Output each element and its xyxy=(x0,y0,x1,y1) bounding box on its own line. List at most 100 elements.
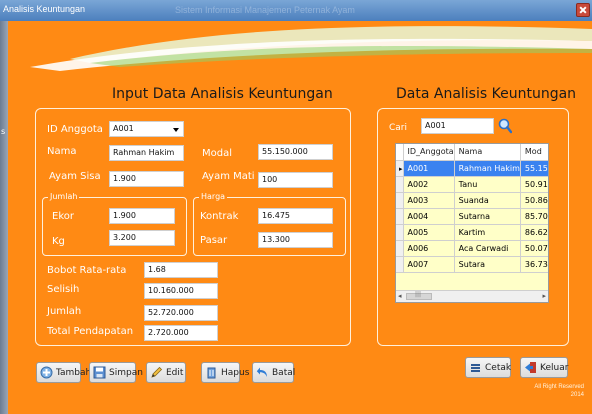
id-anggota-label: ID Anggota xyxy=(47,124,103,135)
table-row[interactable]: A002 Tanu 50.91 xyxy=(396,176,548,193)
chevron-down-icon xyxy=(173,128,179,132)
ayam-sisa-field[interactable]: 1.900 xyxy=(109,171,184,187)
data-grid-table: ID_Anggota Nama Mod A001 Rahman Hakim 55… xyxy=(396,144,548,273)
table-cell: Sutara xyxy=(454,256,521,273)
ayam-mati-label: Ayam Mati xyxy=(202,171,255,182)
window-title: Analisis Keuntungan xyxy=(3,4,86,14)
cari-label: Cari xyxy=(389,123,407,133)
row-selector[interactable] xyxy=(396,208,404,225)
data-grid[interactable]: ID_Anggota Nama Mod A001 Rahman Hakim 55… xyxy=(395,143,549,303)
selisih-label: Selisih xyxy=(47,284,80,295)
scroll-left-arrow[interactable]: ◂ xyxy=(398,292,402,300)
ekor-label: Ekor xyxy=(52,211,74,222)
cetak-button[interactable]: Cetak xyxy=(465,357,511,378)
kontrak-field[interactable]: 16.475 xyxy=(258,208,333,224)
tambah-label: Tambah xyxy=(56,367,92,378)
table-cell: 86.62 xyxy=(520,224,548,241)
column-header[interactable]: Nama xyxy=(454,144,521,161)
table-row[interactable]: A007 Sutara 36.73 xyxy=(396,256,548,273)
keluar-button[interactable]: Keluar xyxy=(520,357,568,378)
table-cell: 50.91 xyxy=(520,176,548,193)
table-cell: Aca Carwadi xyxy=(454,240,521,257)
total-pendapatan-field[interactable]: 2.720.000 xyxy=(144,325,218,341)
row-selector[interactable] xyxy=(396,240,404,257)
kg-label: Kg xyxy=(52,236,65,247)
batal-button[interactable]: Batal xyxy=(252,362,296,383)
table-row[interactable]: A005 Kartim 86.62 xyxy=(396,224,548,241)
search-input[interactable]: A001 xyxy=(421,118,494,134)
harga-group-label: Harga xyxy=(199,192,228,201)
table-row[interactable]: A003 Suanda 50.86 xyxy=(396,192,548,209)
nama-field[interactable]: Rahman Hakim xyxy=(109,145,184,161)
scroll-right-arrow[interactable]: ▸ xyxy=(542,292,546,300)
table-cell: A003 xyxy=(403,192,455,209)
row-selector[interactable] xyxy=(396,192,404,209)
undo-icon xyxy=(256,367,267,377)
table-cell: 36.73 xyxy=(520,256,548,273)
exit-icon xyxy=(525,362,536,373)
table-cell: 50.07 xyxy=(520,240,548,257)
selisih-field[interactable]: 10.160.000 xyxy=(144,283,218,299)
print-icon xyxy=(471,364,480,372)
hapus-label: Hapus xyxy=(221,367,250,378)
horizontal-scrollbar[interactable]: ◂ ▸ xyxy=(396,290,548,302)
simpan-button[interactable]: Simpan xyxy=(89,362,143,383)
jumlah-field[interactable]: 52.720.000 xyxy=(144,305,218,321)
table-cell: Rahman Hakim xyxy=(454,160,521,177)
save-icon xyxy=(93,366,106,379)
column-header[interactable]: ID_Anggota xyxy=(403,144,455,161)
ayam-mati-field[interactable]: 100 xyxy=(258,172,333,188)
table-cell: A002 xyxy=(403,176,455,193)
edit-button[interactable]: Edit xyxy=(146,362,186,383)
table-cell: A001 xyxy=(403,160,455,177)
batal-label: Batal xyxy=(272,367,296,378)
total-pendapatan-label: Total Pendapatan xyxy=(47,326,134,337)
pasar-field[interactable]: 13.300 xyxy=(258,232,333,248)
title-bar: Analisis Keuntungan Sistem Informasi Man… xyxy=(0,0,592,21)
keluar-label: Keluar xyxy=(540,362,569,373)
edge-character: s xyxy=(1,127,6,136)
row-selector[interactable] xyxy=(396,256,404,273)
id-anggota-select[interactable]: A001 xyxy=(109,121,184,137)
data-panel-heading: Data Analisis Keuntungan xyxy=(396,86,577,102)
add-icon xyxy=(40,366,53,379)
ayam-sisa-label: Ayam Sisa xyxy=(49,171,101,182)
table-row[interactable]: A006 Aca Carwadi 50.07 xyxy=(396,240,548,257)
close-button[interactable] xyxy=(576,3,590,17)
ekor-field[interactable]: 1.900 xyxy=(109,208,175,224)
row-selector[interactable] xyxy=(396,224,404,241)
bobot-label: Bobot Rata-rata xyxy=(47,265,127,276)
edit-label: Edit xyxy=(166,367,184,378)
table-cell: Tanu xyxy=(454,176,521,193)
table-cell: Kartim xyxy=(454,224,521,241)
search-icon[interactable] xyxy=(498,118,512,134)
tambah-button[interactable]: Tambah xyxy=(36,362,91,383)
table-row[interactable]: A001 Rahman Hakim 55.15 xyxy=(396,160,548,177)
kontrak-label: Kontrak xyxy=(200,211,239,222)
modal-field[interactable]: 55.150.000 xyxy=(258,144,333,160)
table-row[interactable]: A004 Sutarna 85.70 xyxy=(396,208,548,225)
modal-label: Modal xyxy=(202,148,232,159)
header-swoosh-decoration xyxy=(30,26,592,71)
row-selector[interactable] xyxy=(396,176,404,193)
simpan-label: Simpan xyxy=(109,367,143,378)
pencil-icon xyxy=(151,366,163,378)
grid-new-row[interactable] xyxy=(396,272,548,290)
pasar-label: Pasar xyxy=(200,235,228,246)
bobot-field[interactable]: 1.68 xyxy=(144,262,218,278)
hapus-button[interactable]: Hapus xyxy=(201,362,249,383)
scrollbar-thumb[interactable] xyxy=(406,291,432,300)
cetak-label: Cetak xyxy=(485,362,512,373)
jumlah-label: Jumlah xyxy=(47,306,82,317)
copyright-footer: All Right Reserved 2014 xyxy=(534,383,584,399)
id-anggota-value: A001 xyxy=(113,124,134,133)
table-cell: Suanda xyxy=(454,192,521,209)
table-cell: A006 xyxy=(403,240,455,257)
table-cell: A007 xyxy=(403,256,455,273)
column-header[interactable]: Mod xyxy=(520,144,548,161)
grid-header-row: ID_Anggota Nama Mod xyxy=(396,144,548,161)
row-header-corner xyxy=(396,144,404,161)
app-window: Analisis Keuntungan Sistem Informasi Man… xyxy=(0,0,592,414)
row-selector[interactable] xyxy=(396,160,404,177)
kg-field[interactable]: 3.200 xyxy=(109,230,175,246)
